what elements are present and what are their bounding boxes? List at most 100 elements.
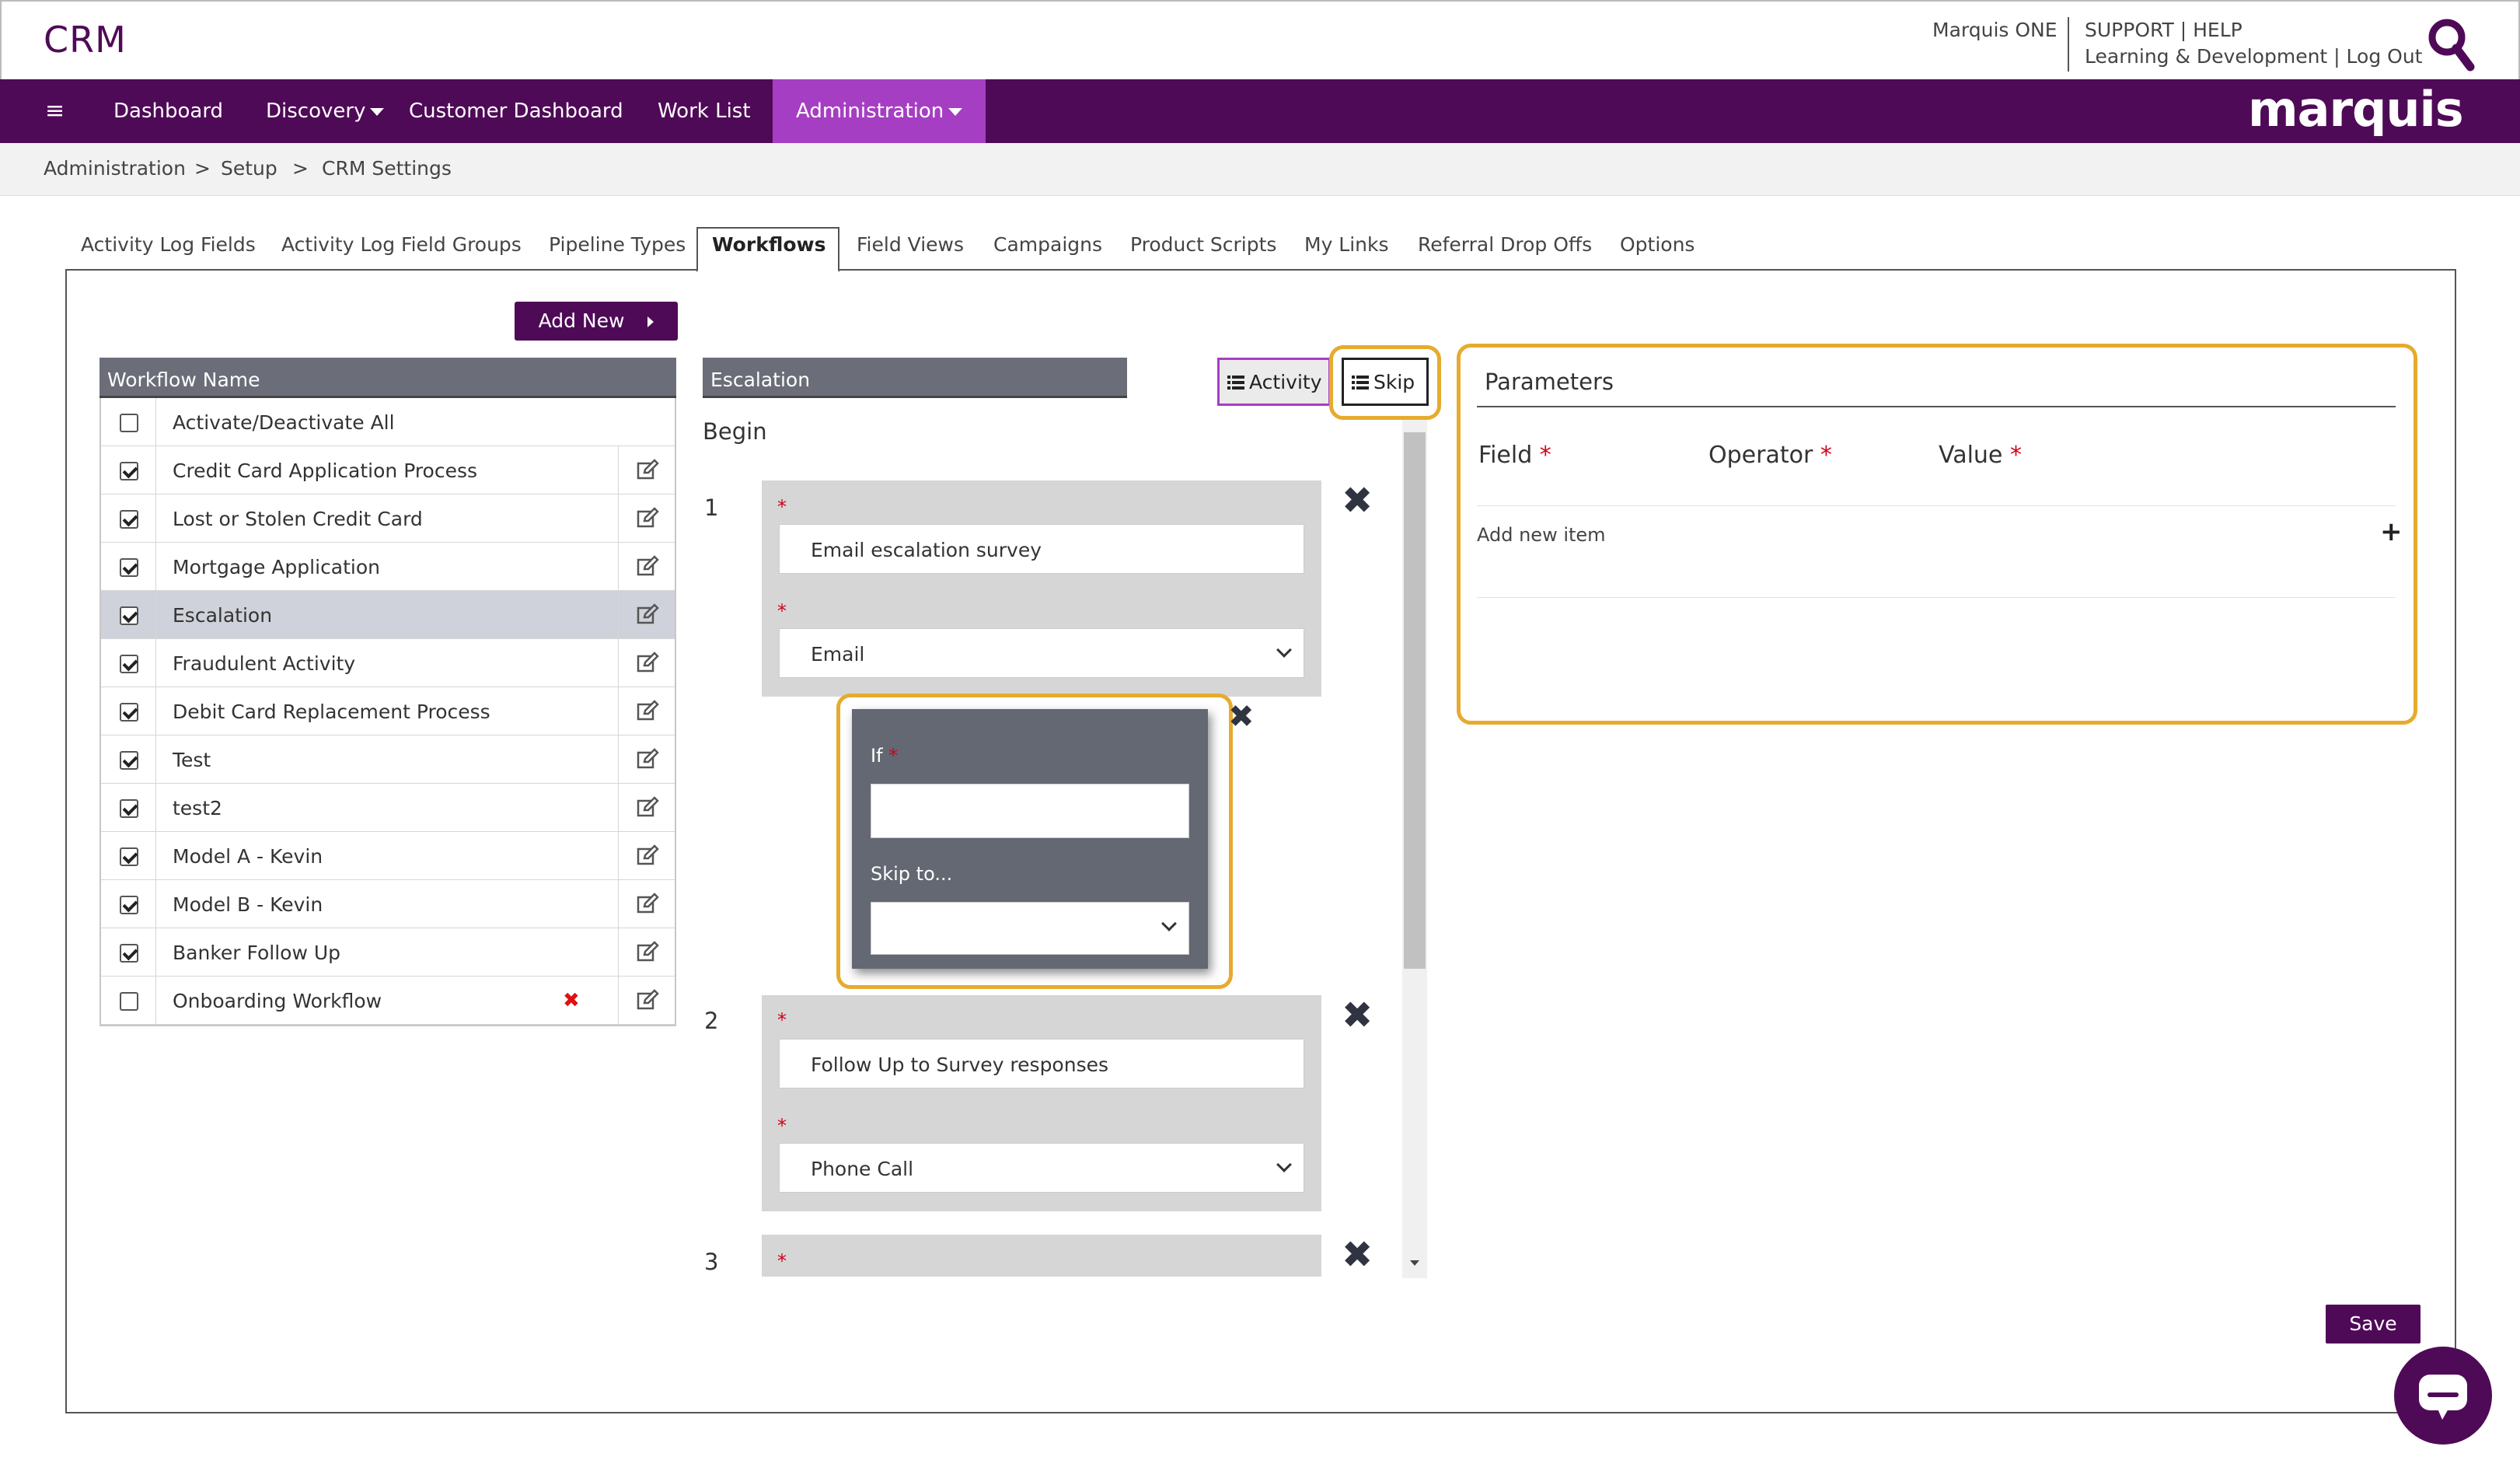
edit-icon[interactable] (636, 459, 659, 482)
divider (1477, 505, 2396, 506)
workflow-checkbox[interactable] (120, 751, 138, 770)
workflow-name: Model A - Kevin (173, 845, 323, 868)
workflow-row-selected[interactable]: Escalation (101, 591, 675, 639)
edit-icon[interactable] (636, 603, 659, 627)
column-divider (155, 591, 156, 639)
workflow-row[interactable]: test2 (101, 784, 675, 832)
workflow-row[interactable]: Credit Card Application Process (101, 446, 675, 494)
skip-if-input[interactable] (871, 784, 1189, 838)
workflow-checkbox[interactable] (120, 462, 138, 480)
add-new-button[interactable]: Add New (515, 302, 678, 341)
nav-discovery[interactable]: Discovery (266, 79, 385, 143)
edit-icon[interactable] (636, 989, 659, 1012)
learning-logout-links[interactable]: Learning & Development | Log Out (2085, 45, 2422, 68)
add-skip-button[interactable]: Skip (1342, 358, 1429, 406)
save-button[interactable]: Save (2326, 1305, 2421, 1343)
required-marker: * (1539, 442, 1551, 469)
edit-icon[interactable] (636, 652, 659, 675)
tab-activity-log-field-groups[interactable]: Activity Log Field Groups (281, 233, 522, 256)
workflow-checkbox[interactable] (120, 799, 138, 818)
edit-icon[interactable] (636, 941, 659, 964)
workflow-checkbox[interactable] (120, 944, 138, 963)
column-divider (155, 832, 156, 880)
nav-customer-dashboard[interactable]: Customer Dashboard (409, 79, 623, 143)
toggle-all-checkbox[interactable] (120, 414, 138, 432)
breadcrumb-administration[interactable]: Administration (44, 157, 186, 180)
support-help-links[interactable]: SUPPORT | HELP (2085, 19, 2243, 41)
tab-referral-drop-offs[interactable]: Referral Drop Offs (1418, 233, 1592, 256)
workflow-checkbox[interactable] (120, 896, 138, 914)
workflow-row[interactable]: Test (101, 736, 675, 784)
tab-workflows[interactable]: Workflows (712, 233, 826, 256)
workflow-row[interactable]: Fraudulent Activity (101, 639, 675, 687)
workflow-checkbox[interactable] (120, 992, 138, 1011)
tab-pipeline-types[interactable]: Pipeline Types (549, 233, 686, 256)
edit-icon[interactable] (636, 893, 659, 916)
scrollbar-thumb[interactable] (1404, 432, 1426, 969)
workflow-checkbox[interactable] (120, 606, 138, 625)
column-divider (155, 736, 156, 784)
workflow-checkbox[interactable] (120, 703, 138, 722)
column-divider (155, 543, 156, 591)
main-nav: ≡ Dashboard Discovery Customer Dashboard… (0, 79, 2520, 143)
required-marker: * (777, 1115, 787, 1137)
column-divider (618, 446, 619, 494)
workflow-name: test2 (173, 797, 222, 819)
step-name-input[interactable]: Follow Up to Survey responses (779, 1039, 1304, 1088)
add-activity-button[interactable]: Activity (1217, 358, 1331, 406)
remove-step-icon[interactable]: ✖ (1342, 482, 1373, 519)
edit-icon[interactable] (636, 507, 659, 530)
hamburger-menu-icon[interactable]: ≡ (45, 79, 65, 143)
remove-skip-rule-icon[interactable]: ✖ (1228, 701, 1255, 732)
chat-icon[interactable] (2394, 1347, 2492, 1445)
edit-icon[interactable] (636, 844, 659, 868)
divider (1477, 597, 2396, 598)
tab-campaigns[interactable]: Campaigns (993, 233, 1102, 256)
tab-my-links[interactable]: My Links (1304, 233, 1389, 256)
column-divider (618, 784, 619, 832)
tab-options[interactable]: Options (1620, 233, 1695, 256)
edit-icon[interactable] (636, 748, 659, 771)
workflow-checkbox[interactable] (120, 510, 138, 529)
marquis-one-label[interactable]: Marquis ONE (1932, 19, 2058, 41)
edit-icon[interactable] (636, 796, 659, 819)
step-name-input[interactable]: Email escalation survey (779, 524, 1304, 574)
tab-activity-log-fields[interactable]: Activity Log Fields (81, 233, 256, 256)
workflow-row[interactable]: Mortgage Application (101, 543, 675, 591)
tab-field-views[interactable]: Field Views (857, 233, 964, 256)
workflow-checkbox[interactable] (120, 558, 138, 577)
remove-step-icon[interactable]: ✖ (1342, 997, 1373, 1034)
edit-icon[interactable] (636, 700, 659, 723)
column-divider (618, 494, 619, 543)
delete-icon[interactable]: ✖ (563, 989, 580, 1012)
step-type-select[interactable]: Email (779, 628, 1304, 678)
plus-icon[interactable]: + (2380, 516, 2403, 547)
workflow-row[interactable]: Lost or Stolen Credit Card (101, 494, 675, 543)
step-type-select[interactable]: Phone Call (779, 1143, 1304, 1193)
add-new-item-label: Add new item (1477, 524, 1606, 546)
tab-product-scripts[interactable]: Product Scripts (1130, 233, 1276, 256)
breadcrumb-separator: > (194, 157, 211, 180)
nav-work-list[interactable]: Work List (658, 79, 751, 143)
nav-dashboard[interactable]: Dashboard (113, 79, 223, 143)
workflow-row[interactable]: Model B - Kevin (101, 880, 675, 928)
column-divider (618, 832, 619, 880)
workflow-row[interactable]: Debit Card Replacement Process (101, 687, 675, 736)
skip-to-select[interactable] (871, 902, 1189, 955)
workflow-checkbox[interactable] (120, 847, 138, 866)
workflow-row[interactable]: Banker Follow Up (101, 928, 675, 977)
edit-icon[interactable] (636, 555, 659, 578)
required-marker: * (777, 1250, 787, 1272)
caret-right-icon (647, 316, 654, 327)
scroll-down-arrow-icon[interactable] (1404, 1252, 1426, 1274)
remove-step-icon[interactable]: ✖ (1342, 1236, 1373, 1274)
search-icon[interactable] (2427, 17, 2476, 73)
workflow-row[interactable]: Onboarding Workflow ✖ (101, 977, 675, 1025)
breadcrumb-crm-settings: CRM Settings (322, 157, 452, 180)
breadcrumb-setup[interactable]: Setup (221, 157, 277, 180)
column-divider (618, 687, 619, 736)
workflow-row[interactable]: Model A - Kevin (101, 832, 675, 880)
nav-administration[interactable]: Administration (773, 79, 986, 143)
workflow-checkbox[interactable] (120, 655, 138, 673)
column-divider (618, 928, 619, 977)
